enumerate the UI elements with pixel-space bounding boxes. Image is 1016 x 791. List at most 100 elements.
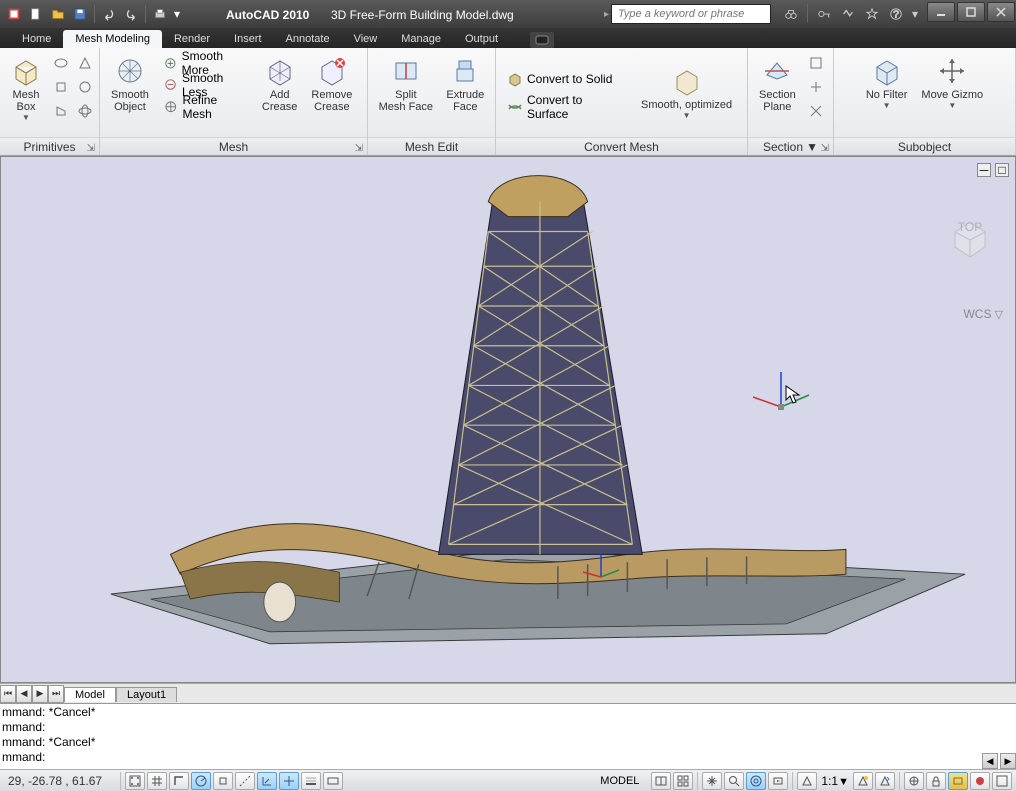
tab-output[interactable]: Output xyxy=(453,30,510,48)
no-filter-button[interactable]: No Filter ▼ xyxy=(861,52,913,113)
ducs-button[interactable] xyxy=(257,772,277,790)
tab-insert[interactable]: Insert xyxy=(222,30,274,48)
layout-buttons-group xyxy=(647,772,697,790)
layout-nav-first[interactable]: ⏮ xyxy=(0,685,16,703)
convert-to-solid-button[interactable]: Convert to Solid xyxy=(502,68,632,90)
ucs-icon[interactable] xyxy=(751,367,811,427)
open-button[interactable] xyxy=(48,4,68,24)
section-small-3[interactable] xyxy=(805,100,827,122)
command-line: mmand: *Cancel* xyxy=(2,705,1014,720)
move-gizmo-button[interactable]: Move Gizmo ▼ xyxy=(916,52,988,113)
primitive-small-5[interactable] xyxy=(50,100,72,122)
workspace-button[interactable] xyxy=(904,772,924,790)
tab-view[interactable]: View xyxy=(342,30,390,48)
scroll-left-button[interactable]: ◀ xyxy=(982,753,998,769)
tab-annotate[interactable]: Annotate xyxy=(274,30,342,48)
section-small-2[interactable] xyxy=(805,76,827,98)
section-small-1[interactable] xyxy=(805,52,827,74)
anno-scale-value[interactable]: 1:1▼ xyxy=(819,774,851,788)
qat-dropdown[interactable]: ▾ xyxy=(172,4,182,24)
layout-nav-next[interactable]: ▶ xyxy=(32,685,48,703)
viewport[interactable]: ─ □ TOP WCS ▽ xyxy=(0,156,1016,683)
clean-screen-button[interactable] xyxy=(992,772,1012,790)
print-button[interactable] xyxy=(150,4,170,24)
extrude-face-button[interactable]: Extrude Face xyxy=(442,52,489,116)
key-icon[interactable] xyxy=(814,4,834,24)
hardware-accel-button[interactable] xyxy=(948,772,968,790)
anno-scale-icon[interactable] xyxy=(797,772,817,790)
section-plane-icon xyxy=(761,55,793,87)
quickview-drawings-button[interactable] xyxy=(673,772,693,790)
convert-to-surface-button[interactable]: Convert to Surface xyxy=(502,96,632,118)
split-mesh-face-icon xyxy=(390,55,422,87)
subscription-icon[interactable] xyxy=(838,4,858,24)
primitive-small-4[interactable] xyxy=(74,76,96,98)
undo-button[interactable] xyxy=(99,4,119,24)
search-chevron-icon[interactable]: ▸ xyxy=(604,9,609,20)
polar-button[interactable] xyxy=(191,772,211,790)
ortho-button[interactable] xyxy=(169,772,189,790)
lwt-button[interactable] xyxy=(301,772,321,790)
remove-crease-button[interactable]: Remove Crease xyxy=(306,52,357,116)
primitive-small-3[interactable] xyxy=(50,76,72,98)
command-window[interactable]: mmand: *Cancel* mmand: mmand: *Cancel* m… xyxy=(0,703,1016,769)
section-plane-button[interactable]: Section Plane xyxy=(754,52,801,116)
layout-tab-model[interactable]: Model xyxy=(64,687,116,702)
anno-autoscale-button[interactable] xyxy=(875,772,895,790)
toolbar-lock-button[interactable] xyxy=(926,772,946,790)
favorite-icon[interactable] xyxy=(862,4,882,24)
layout-nav-prev[interactable]: ◀ xyxy=(16,685,32,703)
smooth-object-button[interactable]: Smooth Object xyxy=(106,52,154,116)
split-mesh-face-button[interactable]: Split Mesh Face xyxy=(374,52,438,116)
search-box: ▸ xyxy=(604,4,771,24)
remove-crease-label: Remove Crease xyxy=(311,89,352,113)
tab-home[interactable]: Home xyxy=(10,30,63,48)
app-menu-button[interactable] xyxy=(4,4,24,24)
quickview-layouts-button[interactable] xyxy=(651,772,671,790)
model-space-indicator[interactable]: MODEL xyxy=(592,775,647,787)
search-input[interactable] xyxy=(611,4,771,24)
coordinates-readout[interactable]: 29, -26.78 , 61.67 xyxy=(0,774,120,788)
title-text: AutoCAD 2010 3D Free-Form Building Model… xyxy=(186,7,604,22)
help-icon[interactable]: ? xyxy=(886,4,906,24)
scroll-right-button[interactable]: ▶ xyxy=(1000,753,1016,769)
binoculars-icon[interactable] xyxy=(781,4,801,24)
grid-button[interactable] xyxy=(147,772,167,790)
primitive-small-2[interactable] xyxy=(74,52,96,74)
tab-mesh-modeling[interactable]: Mesh Modeling xyxy=(63,30,162,48)
svg-text:?: ? xyxy=(893,9,899,21)
vp-maximize-button[interactable]: □ xyxy=(995,163,1009,177)
refine-mesh-button[interactable]: Refine Mesh xyxy=(158,96,253,118)
primitive-small-6[interactable] xyxy=(74,100,96,122)
dyn-button[interactable] xyxy=(279,772,299,790)
close-button[interactable] xyxy=(987,2,1015,22)
add-crease-button[interactable]: Add Crease xyxy=(257,52,302,116)
mesh-box-button[interactable]: Mesh Box ▼ xyxy=(6,52,46,125)
anno-visibility-button[interactable] xyxy=(853,772,873,790)
steering-wheel-button[interactable] xyxy=(746,772,766,790)
snap-button[interactable] xyxy=(125,772,145,790)
smooth-optimized-button[interactable]: Smooth, optimized ▼ xyxy=(636,62,737,123)
zoom-button[interactable] xyxy=(724,772,744,790)
maximize-button[interactable] xyxy=(957,2,985,22)
mesh-box-icon xyxy=(10,55,42,87)
osnap-button[interactable] xyxy=(213,772,233,790)
layout-tab-layout1[interactable]: Layout1 xyxy=(116,687,177,702)
layout-nav-last[interactable]: ⏭ xyxy=(48,685,64,703)
primitive-small-1[interactable] xyxy=(50,52,72,74)
tab-render[interactable]: Render xyxy=(162,30,222,48)
otrack-button[interactable] xyxy=(235,772,255,790)
qp-button[interactable] xyxy=(323,772,343,790)
ribbon-tab-strip: Home Mesh Modeling Render Insert Annotat… xyxy=(0,28,1016,48)
save-button[interactable] xyxy=(70,4,90,24)
redo-button[interactable] xyxy=(121,4,141,24)
new-button[interactable] xyxy=(26,4,46,24)
object-isolation-button[interactable] xyxy=(970,772,990,790)
showmotion-button[interactable] xyxy=(768,772,788,790)
tab-extra-button[interactable] xyxy=(530,32,554,48)
tab-manage[interactable]: Manage xyxy=(389,30,453,48)
pan-button[interactable] xyxy=(702,772,722,790)
convert-surface-icon xyxy=(507,99,523,115)
help-dropdown[interactable]: ▾ xyxy=(910,4,920,24)
minimize-button[interactable] xyxy=(927,2,955,22)
